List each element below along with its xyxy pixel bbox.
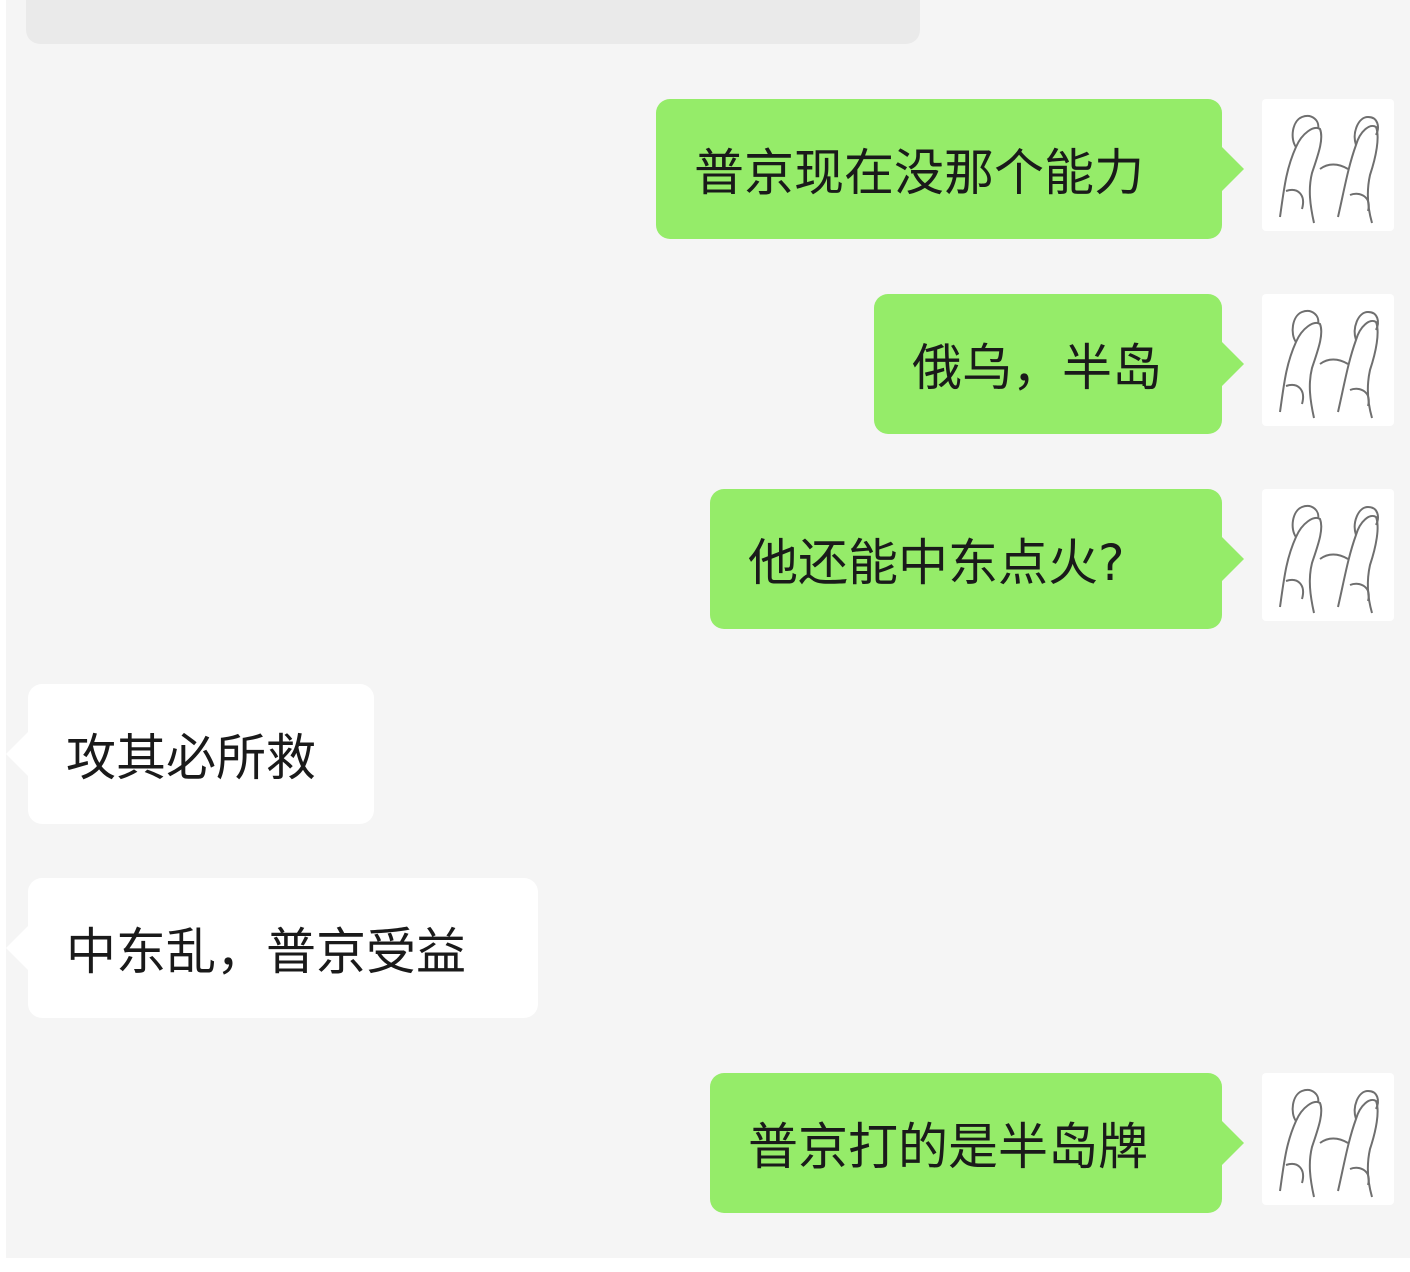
user-avatar[interactable]	[1262, 294, 1394, 426]
chat-area[interactable]: 普京现在没那个能力 俄乌，半岛 他还能中东点火? 攻其必所救 中东乱，普京受益 …	[6, 0, 1410, 1258]
user-avatar[interactable]	[1262, 1073, 1394, 1205]
user-avatar[interactable]	[1262, 99, 1394, 231]
message-text: 中东乱，普京受益	[66, 923, 466, 981]
message-text: 普京现在没那个能力	[694, 144, 1144, 202]
message-bubble-sent[interactable]: 他还能中东点火?	[710, 489, 1244, 629]
message-bubble-sent[interactable]: 普京打的是半岛牌	[710, 1073, 1244, 1213]
message-bubble-received[interactable]: 中东乱，普京受益	[6, 878, 538, 1018]
message-text: 俄乌，半岛	[912, 339, 1162, 397]
sketch-figures-avatar-icon	[1279, 115, 1379, 224]
message-bubble-sent[interactable]: 普京现在没那个能力	[656, 99, 1244, 239]
message-text: 攻其必所救	[66, 729, 316, 787]
message-bubble-partial[interactable]	[26, 0, 920, 44]
user-avatar[interactable]	[1262, 489, 1394, 621]
message-bubble-received[interactable]: 攻其必所救	[6, 684, 374, 824]
message-text: 普京打的是半岛牌	[748, 1118, 1148, 1176]
sketch-figures-avatar-icon	[1279, 1089, 1379, 1198]
sketch-figures-avatar-icon	[1279, 310, 1379, 419]
sketch-figures-avatar-icon	[1279, 505, 1379, 614]
message-bubble-sent[interactable]: 俄乌，半岛	[874, 294, 1244, 434]
message-text: 他还能中东点火?	[748, 534, 1125, 592]
